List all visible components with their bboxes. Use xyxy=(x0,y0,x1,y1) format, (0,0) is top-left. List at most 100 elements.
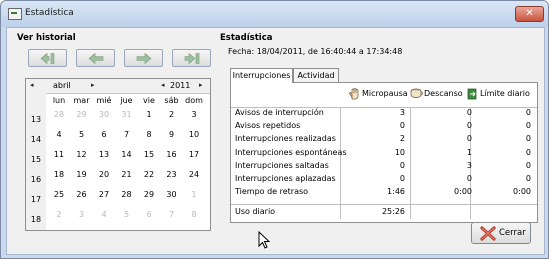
calendar-day[interactable]: 25 xyxy=(49,190,69,200)
table-divider xyxy=(231,204,537,205)
next-button[interactable] xyxy=(124,49,163,67)
stat-row-label: Tiempo de retraso xyxy=(235,187,309,197)
calendar-day[interactable]: 24 xyxy=(184,170,204,180)
weekday-header: mar xyxy=(73,96,90,105)
calendar-header: ◂ abril ▸ ◂ 2011 ▸ xyxy=(26,79,210,94)
week-number: 17 xyxy=(30,195,42,204)
month-label[interactable]: abril xyxy=(53,81,71,90)
hand-icon xyxy=(349,88,359,100)
calendar-day[interactable]: 21 xyxy=(117,170,137,180)
stat-value: 1 xyxy=(466,147,472,157)
calendar-day[interactable]: 18 xyxy=(49,170,69,180)
statistics-section-title: Estadística xyxy=(220,33,273,43)
calendar-day[interactable]: 27 xyxy=(94,190,114,200)
calendar-day[interactable]: 5 xyxy=(72,130,92,140)
year-label[interactable]: 2011 xyxy=(170,81,190,90)
calendar-day[interactable]: 15 xyxy=(139,150,159,160)
calendar-day[interactable]: 4 xyxy=(94,210,114,220)
year-next-icon[interactable]: ▸ xyxy=(199,81,203,89)
calendar-day[interactable]: 13 xyxy=(94,150,114,160)
month-next-icon[interactable]: ▸ xyxy=(91,81,95,89)
weekday-header: lun xyxy=(52,96,66,105)
year-prev-icon[interactable]: ◂ xyxy=(161,81,165,89)
calendar-day[interactable]: 30 xyxy=(162,190,182,200)
calendar-day[interactable]: 6 xyxy=(94,130,114,140)
title-bar[interactable]: Estadística ✕ xyxy=(1,1,548,27)
week-number: 13 xyxy=(30,115,42,124)
stat-value: 0 xyxy=(466,174,472,183)
red-x-icon xyxy=(480,226,496,241)
calendar-day[interactable]: 7 xyxy=(117,130,137,140)
calendar-day[interactable]: 4 xyxy=(49,130,69,140)
calendar-day[interactable]: 11 xyxy=(49,150,69,160)
stat-value: 0 xyxy=(466,108,472,117)
tab-actividad[interactable]: Actividad xyxy=(293,68,339,82)
calendar-day[interactable]: 12 xyxy=(72,150,92,160)
calendar-day[interactable]: 8 xyxy=(139,130,159,140)
calendar-day[interactable]: 19 xyxy=(72,170,92,180)
calendar-day[interactable]: 20 xyxy=(94,170,114,180)
calendar-day[interactable]: 28 xyxy=(117,190,137,200)
stat-value: 3 xyxy=(399,108,405,117)
app-icon xyxy=(8,8,22,20)
daily-usage-value: 25:26 xyxy=(381,207,405,216)
close-button-label: Cerrar xyxy=(499,228,526,238)
calendar-day[interactable]: 1 xyxy=(184,190,204,200)
previous-button[interactable] xyxy=(76,49,115,67)
calendar-day[interactable]: 23 xyxy=(162,170,182,180)
calendar-day[interactable]: 31 xyxy=(117,110,137,120)
date-range: Fecha: 18/04/2011, de 16:40:44 a 17:34:4… xyxy=(228,47,403,56)
last-page-button[interactable] xyxy=(172,49,211,67)
calendar-day[interactable]: 2 xyxy=(49,210,69,220)
stat-value: 0 xyxy=(399,121,405,131)
calendar-day[interactable]: 14 xyxy=(117,150,137,160)
exit-door-icon xyxy=(467,88,477,100)
window-close-button[interactable]: ✕ xyxy=(515,6,544,22)
stat-value: 0 xyxy=(525,160,531,170)
interruptions-table: Micropausa Descanso Límite diario Avisos… xyxy=(230,82,538,223)
calendar-day[interactable]: 10 xyxy=(184,130,204,140)
stat-value: 2 xyxy=(399,134,405,144)
stat-value: 3 xyxy=(466,160,472,170)
stat-value: 0 xyxy=(525,174,531,183)
stat-value: 0 xyxy=(525,147,531,157)
close-button[interactable]: Cerrar xyxy=(471,222,531,244)
calendar-day[interactable]: 7 xyxy=(162,210,182,220)
weekday-header: mié xyxy=(96,96,112,105)
stat-value: 0 xyxy=(399,160,405,170)
calendar-day[interactable]: 5 xyxy=(117,210,137,220)
calendar-day[interactable]: 2 xyxy=(162,110,182,120)
stat-value: 0 xyxy=(525,108,531,117)
stat-value: 10 xyxy=(394,147,405,157)
stat-value: 0 xyxy=(525,121,531,131)
stat-row-label: Interrupciones espontáneas xyxy=(235,147,347,157)
stat-row-label: Avisos repetidos xyxy=(235,121,301,131)
month-prev-icon[interactable]: ◂ xyxy=(30,81,34,89)
calendar-day[interactable]: 1 xyxy=(139,110,159,120)
calendar-day[interactable]: 8 xyxy=(184,210,204,220)
history-section-title: Ver historial xyxy=(17,33,76,43)
first-page-icon xyxy=(40,53,55,64)
calendar-day[interactable]: 3 xyxy=(184,110,204,120)
tab-interrupciones[interactable]: Interrupciones xyxy=(230,68,293,83)
previous-arrow-icon xyxy=(88,53,104,64)
calendar-day[interactable]: 26 xyxy=(72,190,92,200)
calendar-day[interactable]: 3 xyxy=(72,210,92,220)
stat-value: 1:46 xyxy=(387,187,405,197)
next-arrow-icon xyxy=(136,53,152,64)
calendar-day[interactable]: 29 xyxy=(139,190,159,200)
calendar-day[interactable]: 17 xyxy=(184,150,204,160)
calendar-day[interactable]: 9 xyxy=(162,130,182,140)
week-number: 18 xyxy=(30,215,42,224)
calendar-day[interactable]: 22 xyxy=(139,170,159,180)
calendar-day[interactable]: 28 xyxy=(49,110,69,120)
calendar-day[interactable]: 6 xyxy=(139,210,159,220)
column-divider xyxy=(340,107,341,219)
calendar-day[interactable]: 16 xyxy=(162,150,182,160)
first-page-button[interactable] xyxy=(28,49,67,67)
calendar-day[interactable]: 29 xyxy=(72,110,92,120)
calendar: ◂ abril ▸ ◂ 2011 ▸ lun mar mié jue vie sáb dom… xyxy=(25,78,211,231)
calendar-day[interactable]: 30 xyxy=(94,110,114,120)
stat-value: 0 xyxy=(466,134,472,144)
weekday-header: dom xyxy=(185,96,203,105)
